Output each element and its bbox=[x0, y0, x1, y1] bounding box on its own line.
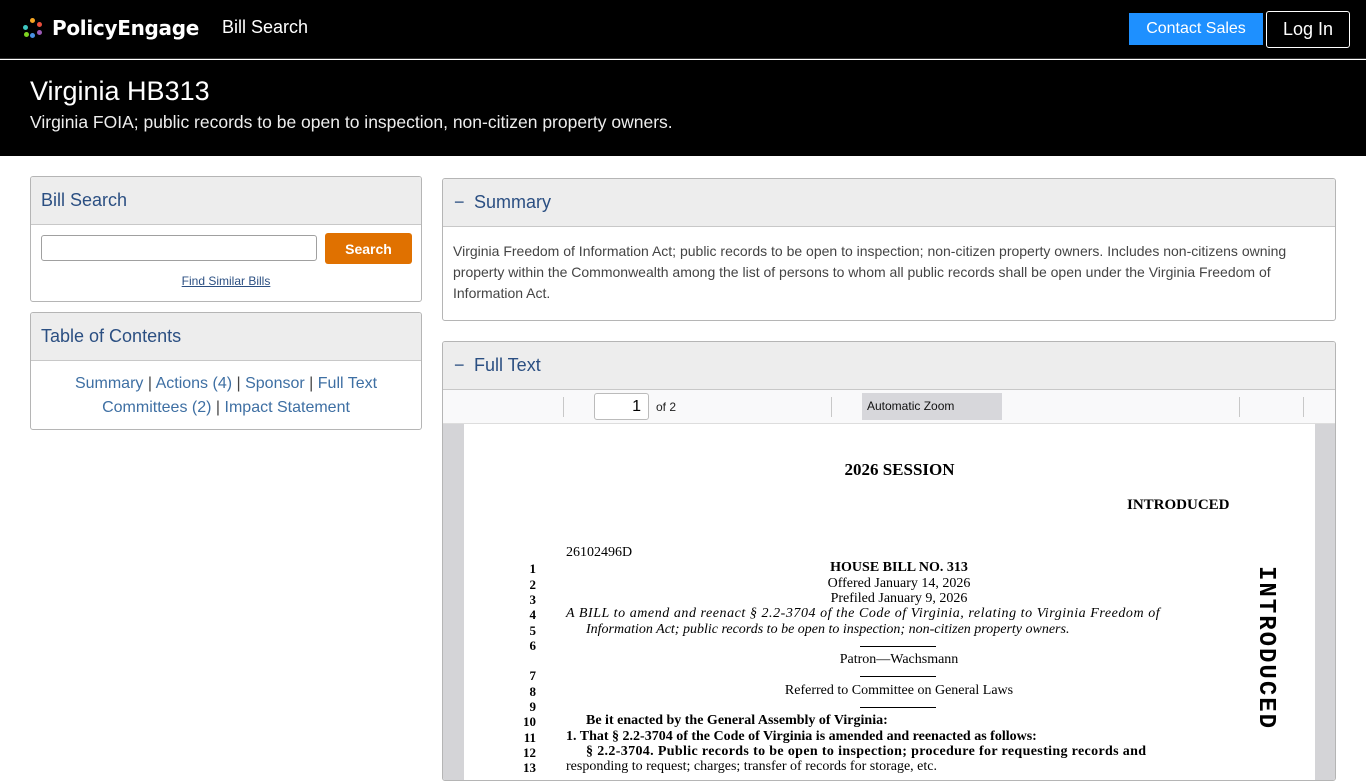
top-navbar: PolicyEngage Bill Search Contact Sales L… bbox=[0, 0, 1366, 59]
doc-rule bbox=[860, 646, 936, 647]
toc-link-full-text[interactable]: Full Text bbox=[318, 375, 377, 392]
collapse-icon: − bbox=[454, 192, 465, 212]
line-number: 12 bbox=[523, 745, 536, 760]
full-text-toggle-header[interactable]: − Full Text bbox=[443, 342, 1335, 390]
doc-enactment-clause: Be it enacted by the General Assembly of… bbox=[586, 713, 888, 728]
summary-toggle-header[interactable]: − Summary bbox=[443, 179, 1335, 227]
toolbar-separator bbox=[1303, 397, 1304, 417]
bill-search-heading: Bill Search bbox=[31, 177, 421, 225]
collapse-icon: − bbox=[454, 355, 465, 375]
brand-logo[interactable]: PolicyEngage bbox=[22, 15, 199, 41]
page-title: Virginia HB313 bbox=[30, 76, 210, 106]
doc-patron: Patron—Wachsmann bbox=[839, 652, 959, 667]
doc-bill-title-line2: Information Act; public records to be op… bbox=[586, 622, 1070, 637]
logo-dots-icon bbox=[22, 17, 44, 39]
toc-link-summary[interactable]: Summary bbox=[75, 375, 143, 392]
line-number: 13 bbox=[523, 760, 536, 775]
zoom-select[interactable]: Automatic Zoom bbox=[862, 393, 1002, 420]
search-button[interactable]: Search bbox=[325, 233, 412, 264]
toc-separator: | bbox=[236, 375, 241, 392]
full-text-panel: − Full Text 1 of 2 Automatic Zoom 2026 S… bbox=[442, 341, 1336, 781]
doc-section-heading: § 2.2-3704. Public records to be open to… bbox=[586, 744, 1147, 759]
doc-committee-referral: Referred to Committee on General Laws bbox=[784, 683, 1014, 698]
toc-link-committees[interactable]: Committees (2) bbox=[102, 399, 211, 416]
doc-side-label: INTRODUCED bbox=[1252, 566, 1279, 731]
toc-separator: | bbox=[147, 375, 153, 392]
line-number: 9 bbox=[529, 699, 537, 714]
summary-text: Virginia Freedom of Information Act; pub… bbox=[453, 243, 1287, 301]
toc-separator: | bbox=[215, 399, 221, 416]
line-number: 4 bbox=[529, 607, 537, 622]
doc-prefiled-date: Prefiled January 9, 2026 bbox=[830, 591, 968, 606]
find-similar-bills-link[interactable]: Find Similar Bills bbox=[31, 274, 421, 288]
toc-link-sponsor[interactable]: Sponsor bbox=[245, 375, 305, 392]
doc-section-heading-cont: responding to request; charges; transfer… bbox=[566, 759, 937, 774]
line-number: 2 bbox=[529, 577, 537, 592]
toc-separator: | bbox=[309, 375, 314, 392]
bill-header: Virginia HB313 Virginia FOIA; public rec… bbox=[0, 60, 1366, 156]
pdf-page: 2026 SESSION INTRODUCED 26102496D INTROD… bbox=[464, 424, 1315, 780]
toc-links: Summary | Actions (4) | Sponsor | Full T… bbox=[31, 361, 421, 420]
brand-name: PolicyEngage bbox=[52, 16, 199, 40]
doc-bill-title-line1: A BILL to amend and reenact § 2.2-3704 o… bbox=[566, 606, 1161, 621]
bill-search-panel: Bill Search Search Find Similar Bills bbox=[30, 176, 422, 302]
line-number: 5 bbox=[529, 623, 537, 638]
search-input[interactable] bbox=[41, 235, 317, 261]
login-button[interactable]: Log In bbox=[1266, 11, 1350, 48]
summary-heading: Summary bbox=[474, 192, 552, 212]
toc-link-actions[interactable]: Actions (4) bbox=[156, 375, 232, 392]
summary-panel: − Summary Virginia Freedom of Informatio… bbox=[442, 178, 1336, 321]
nav-bill-search-link[interactable]: Bill Search bbox=[222, 17, 308, 38]
doc-rule bbox=[860, 707, 936, 708]
doc-session: 2026 SESSION bbox=[844, 460, 955, 479]
doc-offered-date: Offered January 14, 2026 bbox=[827, 576, 971, 591]
doc-number: 26102496D bbox=[566, 545, 633, 560]
line-number: 11 bbox=[523, 730, 536, 745]
line-number: 1 bbox=[529, 561, 537, 576]
doc-status: INTRODUCED bbox=[1127, 497, 1230, 513]
pdf-toolbar: 1 of 2 Automatic Zoom bbox=[443, 390, 1335, 424]
line-number: 6 bbox=[529, 638, 537, 653]
page-number-input[interactable]: 1 bbox=[594, 393, 649, 420]
doc-section-intro: 1. That § 2.2-3704 of the Code of Virgin… bbox=[566, 729, 1037, 744]
toolbar-separator bbox=[831, 397, 832, 417]
toc-link-impact-statement[interactable]: Impact Statement bbox=[225, 399, 350, 416]
page-count: of 2 bbox=[656, 400, 677, 414]
contact-sales-button[interactable]: Contact Sales bbox=[1129, 13, 1263, 45]
line-number: 10 bbox=[523, 714, 536, 729]
line-number: 7 bbox=[529, 668, 537, 683]
doc-rule bbox=[860, 676, 936, 677]
line-number: 8 bbox=[529, 684, 537, 699]
line-number: 3 bbox=[529, 592, 537, 607]
toolbar-separator bbox=[563, 397, 564, 417]
toc-heading: Table of Contents bbox=[31, 313, 421, 361]
toolbar-separator bbox=[1239, 397, 1240, 417]
full-text-heading: Full Text bbox=[474, 355, 541, 375]
doc-bill-number: HOUSE BILL NO. 313 bbox=[830, 560, 968, 575]
table-of-contents-panel: Table of Contents Summary | Actions (4) … bbox=[30, 312, 422, 430]
pdf-viewport[interactable]: 2026 SESSION INTRODUCED 26102496D INTROD… bbox=[443, 424, 1335, 780]
page-subtitle: Virginia FOIA; public records to be open… bbox=[30, 112, 673, 132]
